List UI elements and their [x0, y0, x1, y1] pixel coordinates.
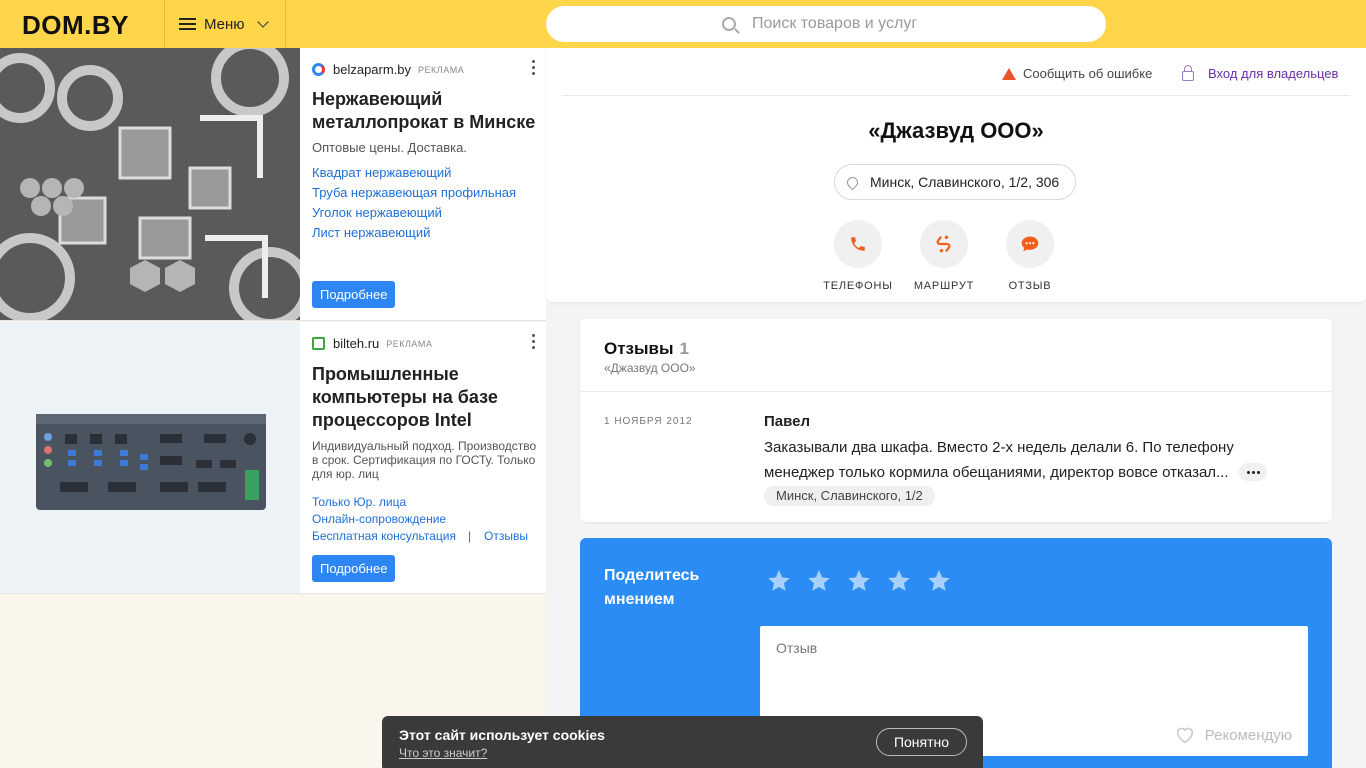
ad-tag: РЕКЛАМА	[386, 338, 433, 349]
search-icon	[722, 17, 736, 31]
review-location-tag[interactable]: Минск, Славинского, 1/2	[764, 486, 935, 506]
comment-icon	[1006, 220, 1054, 268]
address-button[interactable]: Минск, Славинского, 1/2, 306	[834, 164, 1077, 200]
reviews-title: Отзывы	[604, 339, 674, 358]
ad-tag: РЕКЛАМА	[418, 64, 465, 75]
review-button[interactable]: ОТЗЫВ	[985, 220, 1075, 292]
phones-button[interactable]: ТЕЛЕФОНЫ	[813, 220, 903, 292]
ad-description: Индивидуальный подход. Производство в ср…	[312, 439, 537, 481]
ad-link[interactable]: Отзывы	[484, 529, 528, 543]
address-text: Минск, Славинского, 1/2, 306	[870, 174, 1060, 190]
review-text: Заказывали два шкафа. Вместо 2-х недель …	[764, 439, 1234, 481]
ad-card[interactable]: belzaparm.by РЕКЛАМА Нержавеющий металло…	[0, 48, 546, 321]
review-placeholder: Отзыв	[776, 640, 818, 656]
star-icon[interactable]	[926, 568, 952, 594]
ad-title[interactable]: Промышленные компьютеры на базе процессо…	[312, 363, 538, 432]
recommend-toggle[interactable]: Рекомендую	[1175, 726, 1292, 744]
site-header: DOM.BY Меню	[0, 0, 1366, 48]
warning-icon	[1002, 67, 1016, 80]
star-icon[interactable]	[846, 568, 872, 594]
reviews-count: 1	[679, 339, 689, 358]
route-label: МАРШРУТ	[913, 280, 975, 292]
ad-more-button[interactable]: Подробнее	[312, 281, 396, 308]
owner-login-label: Вход для владельцев	[1208, 66, 1339, 81]
report-error-label: Сообщить об ошибке	[1023, 66, 1153, 81]
review-date: 1 НОЯБРЯ 2012	[604, 416, 693, 427]
divider	[562, 95, 1350, 96]
cookie-info-link[interactable]: Что это значит?	[399, 746, 487, 760]
route-icon	[920, 220, 968, 268]
ad-link[interactable]: Квадрат нержавеющий	[312, 165, 451, 180]
phone-icon	[834, 220, 882, 268]
cookie-banner: Этот сайт использует cookies Что это зна…	[382, 716, 983, 768]
menu-label: Меню	[204, 15, 245, 33]
ad-link-separator: |	[468, 529, 472, 543]
site-logo[interactable]: DOM.BY	[22, 10, 129, 41]
expand-review-button[interactable]	[1239, 463, 1267, 481]
divider	[580, 391, 1332, 392]
ad-link[interactable]: Бесплатная консультация	[312, 529, 456, 543]
company-title: «Джазвуд ООО»	[868, 118, 1044, 143]
ads-column: belzaparm.by РЕКЛАМА Нержавеющий металло…	[0, 48, 546, 768]
search-input[interactable]	[752, 15, 1052, 33]
company-card: Сообщить об ошибке Вход для владельцев «…	[546, 48, 1366, 302]
menu-button[interactable]: Меню	[164, 0, 286, 48]
ad-card[interactable]: bilteh.ru РЕКЛАМА Промышленные компьютер…	[0, 322, 546, 594]
hamburger-icon	[179, 18, 196, 30]
more-options-icon[interactable]	[532, 60, 536, 76]
ad-title[interactable]: Нержавеющий металлопрокат в Минске	[312, 88, 538, 134]
ad-more-button[interactable]: Подробнее	[312, 555, 396, 582]
belzaparm-logo-icon	[312, 63, 325, 76]
heart-icon	[1176, 727, 1193, 744]
ad-source[interactable]: belzaparm.by РЕКЛАМА	[312, 62, 464, 77]
phones-label: ТЕЛЕФОНЫ	[823, 280, 893, 292]
ad-link[interactable]: Уголок нержавеющий	[312, 205, 442, 220]
ad-source-domain: belzaparm.by	[333, 62, 412, 77]
reviews-subtitle: «Джазвуд ООО»	[604, 361, 696, 375]
chevron-down-icon	[256, 16, 269, 28]
more-options-icon[interactable]	[532, 334, 536, 350]
route-button[interactable]: МАРШРУТ	[899, 220, 989, 292]
report-error-link[interactable]: Сообщить об ошибке	[1002, 66, 1152, 81]
star-icon[interactable]	[766, 568, 792, 594]
ad-link[interactable]: Лист нержавеющий	[312, 225, 430, 240]
ad-image-metal-profiles[interactable]	[0, 48, 300, 320]
cookie-accept-button[interactable]: Понятно	[876, 728, 967, 756]
ad-source[interactable]: bilteh.ru РЕКЛАМА	[312, 336, 432, 351]
cookie-text: Этот сайт использует cookies	[399, 727, 605, 743]
star-icon[interactable]	[806, 568, 832, 594]
ad-source-domain: bilteh.ru	[333, 336, 380, 351]
ad-link[interactable]: Труба нержавеющая профильная	[312, 185, 516, 200]
ad-description: Оптовые цены. Доставка.	[312, 140, 467, 155]
owner-login-link[interactable]: Вход для владельцев	[1182, 64, 1339, 81]
map-pin-icon	[844, 174, 861, 190]
reviews-heading: Отзывы 1	[604, 339, 689, 359]
rating-stars	[766, 568, 966, 594]
search-bar[interactable]	[546, 6, 1106, 42]
ad-link[interactable]: Онлайн-сопровождение	[312, 512, 446, 526]
reviews-card: Отзывы 1 «Джазвуд ООО» 1 НОЯБРЯ 2012 Паве…	[580, 319, 1332, 522]
review-label: ОТЗЫВ	[1008, 280, 1052, 292]
lock-icon	[1182, 64, 1194, 81]
recommend-label: Рекомендую	[1204, 726, 1292, 744]
star-icon[interactable]	[886, 568, 912, 594]
share-title: Поделитесь мнением	[604, 567, 700, 608]
review-author: Павел	[764, 413, 811, 430]
ad-link[interactable]: Только Юр. лица	[312, 495, 406, 509]
ad-image-industrial-computer[interactable]	[0, 322, 300, 593]
bilteh-logo-icon	[312, 337, 325, 350]
